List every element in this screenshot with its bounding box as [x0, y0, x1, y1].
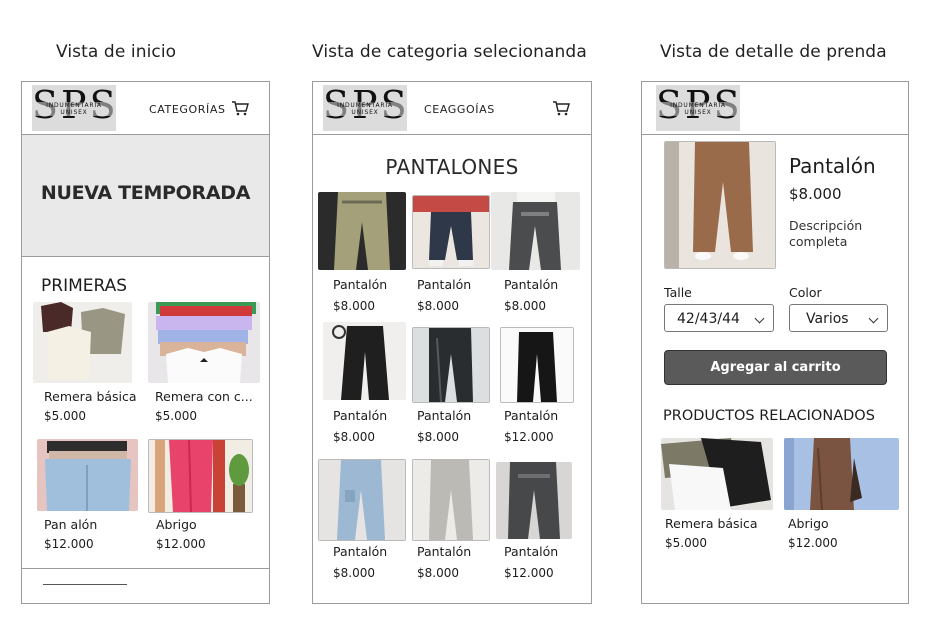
view-title-detail: Vista de detalle de prenda [660, 42, 887, 62]
product-image-pants[interactable] [323, 322, 406, 400]
chevron-down-icon [868, 313, 879, 324]
season-banner[interactable]: NUEVA TEMPORADA [22, 135, 269, 257]
home-header: SPS INDUMENTARIA UNISEX CATEGORÍAS [22, 82, 269, 135]
product-name: Remera básica [44, 389, 137, 404]
product-name: Pantalón [504, 408, 559, 423]
view-title-home: Vista de inicio [56, 42, 177, 62]
product-name: Remera con c... [155, 389, 253, 404]
product-name: Pan alón [44, 517, 98, 532]
detail-screen: SPS INDUMENTARIA UNISEX Pantalón $8.000 … [641, 81, 909, 604]
related-title: PRODUCTOS RELACIONADOS [663, 408, 875, 424]
color-select[interactable]: Varios [789, 304, 888, 332]
product-price: $12.000 [504, 430, 554, 444]
category-header: SPS INDUMENTARIA UNISEX CEAGGOÍAS [313, 82, 591, 135]
product-price: $12.000 [504, 566, 554, 580]
product-image-pants[interactable] [500, 327, 574, 403]
footer-divider [22, 568, 269, 569]
product-price: $12.000 [44, 537, 94, 551]
product-name: Pantalón [333, 408, 388, 423]
related-image-coat[interactable] [784, 438, 899, 510]
related-image-basic-tee[interactable] [661, 438, 773, 510]
cart-icon[interactable] [231, 100, 249, 116]
product-image-pants[interactable] [318, 459, 406, 541]
product-image-print-tee[interactable] [148, 302, 260, 383]
product-image-coat[interactable] [148, 439, 253, 513]
product-image-basic-tee[interactable] [33, 302, 132, 383]
product-price: $8.000 [417, 299, 459, 313]
product-price: $8.000 [333, 430, 375, 444]
product-image-pants[interactable] [412, 327, 490, 403]
product-name: Pantalón [417, 544, 472, 559]
product-price: $12.000 [156, 537, 206, 551]
size-value: 42/43/44 [677, 311, 740, 327]
product-price: $8.000 [417, 566, 459, 580]
product-image-pants[interactable] [412, 459, 490, 541]
size-label: Talle [664, 285, 692, 300]
footer-line [43, 584, 127, 585]
product-price: $8.000 [333, 299, 375, 313]
product-name: Pantalón [333, 277, 388, 292]
add-to-cart-button[interactable]: Agregar al carrito [664, 350, 887, 385]
product-name: Remera básica [665, 516, 758, 531]
product-price: $8.000 [504, 299, 546, 313]
product-title: Pantalón [789, 154, 876, 178]
color-value: Varios [806, 311, 849, 327]
categories-link[interactable]: CEAGGOÍAS [424, 103, 495, 116]
product-name: Pantalón [417, 277, 472, 292]
product-price: $5.000 [665, 536, 707, 550]
product-price: $12.000 [788, 536, 838, 550]
logo[interactable]: SPS INDUMENTARIA UNISEX [656, 85, 740, 131]
product-price: $8.000 [789, 185, 842, 203]
product-image-pants[interactable] [318, 192, 406, 270]
view-title-category: Vista de categoria selecionanda [312, 42, 587, 62]
product-price: $5.000 [44, 409, 86, 423]
product-name: Pantalón [504, 277, 559, 292]
banner-text: NUEVA TEMPORADA [40, 182, 251, 204]
product-price: $5.000 [155, 409, 197, 423]
detail-header: SPS INDUMENTARIA UNISEX [642, 82, 908, 135]
product-name: Abrigo [156, 517, 197, 532]
product-name: Pantalón [417, 408, 472, 423]
product-image-pants[interactable] [412, 195, 490, 269]
product-price: $8.000 [333, 566, 375, 580]
size-select[interactable]: 42/43/44 [664, 304, 774, 332]
logo[interactable]: SPS INDUMENTARIA UNISEX [32, 85, 116, 131]
home-screen: SPS INDUMENTARIA UNISEX CATEGORÍAS NUEVA… [21, 81, 270, 604]
chevron-down-icon [754, 313, 765, 324]
categories-link[interactable]: CATEGORÍAS [149, 103, 226, 116]
logo[interactable]: SPS INDUMENTARIA UNISEX [323, 85, 407, 131]
add-to-cart-label: Agregar al carrito [710, 360, 841, 375]
cart-icon[interactable] [552, 100, 570, 116]
product-description: Descripción completa [789, 218, 863, 249]
color-label: Color [789, 285, 822, 300]
product-name: Pantalón [504, 544, 559, 559]
category-screen: SPS INDUMENTARIA UNISEX CEAGGOÍAS PANTAL… [312, 81, 592, 604]
product-name: Abrigo [788, 516, 829, 531]
product-main-image[interactable] [664, 141, 776, 269]
product-price: $8.000 [417, 430, 459, 444]
product-name: Pantalón [333, 544, 388, 559]
product-image-jeans[interactable] [37, 439, 138, 511]
product-image-pants[interactable] [491, 192, 580, 270]
category-title: PANTALONES [385, 155, 519, 179]
product-image-pants[interactable] [496, 462, 572, 539]
section-title: PRIMERAS [41, 276, 128, 296]
